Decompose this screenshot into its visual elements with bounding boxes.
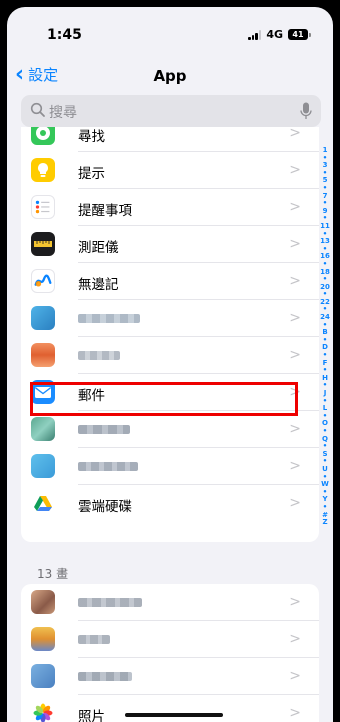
- freeform-icon: [31, 269, 55, 293]
- blurred-app-label: [78, 635, 110, 644]
- list-item[interactable]: 無邊記 >: [21, 263, 319, 300]
- blurred-app-label: [78, 672, 132, 681]
- search-icon: [30, 102, 45, 117]
- list-item[interactable]: >: [21, 658, 319, 695]
- chevron-right-icon: >: [289, 495, 301, 511]
- section-header: 13 畫: [37, 567, 69, 581]
- list-item[interactable]: >: [21, 300, 319, 337]
- list-item[interactable]: 雲端硬碟 >: [21, 485, 319, 522]
- index-letter[interactable]: Z: [320, 518, 330, 527]
- chevron-right-icon: >: [289, 594, 301, 610]
- list-item[interactable]: 測距儀 >: [21, 226, 319, 263]
- list-item[interactable]: 尋找 >: [21, 127, 319, 152]
- signal-icon: [248, 29, 262, 40]
- blurred-app-label: [78, 425, 130, 434]
- blurred-app-label: [78, 462, 138, 471]
- screen: 1:45 4G 41 ‹ 設定 App 搜尋 尋找 > 提示 > 提醒事項 > …: [7, 7, 333, 722]
- measure-icon: [31, 232, 55, 256]
- photos-icon: [31, 701, 55, 722]
- chevron-right-icon: >: [289, 162, 301, 178]
- chevron-right-icon: >: [289, 127, 301, 141]
- list-item[interactable]: >: [21, 584, 319, 621]
- app-label: 測距儀: [78, 240, 119, 256]
- blurred-app-icon: [31, 417, 55, 441]
- app-list-group: 尋找 > 提示 > 提醒事項 > 測距儀 > 無邊記 > > > 郵件 > > …: [21, 127, 319, 542]
- app-list-group: > > > 照片 >: [21, 584, 319, 722]
- tips-icon: [31, 158, 55, 182]
- list-item[interactable]: 照片 >: [21, 695, 319, 722]
- chevron-right-icon: >: [289, 347, 301, 363]
- chevron-right-icon: >: [289, 668, 301, 684]
- microphone-icon[interactable]: [300, 102, 312, 120]
- section-index[interactable]: 1 • 3 • 5 • 7 • 9 • 11 • 13 • 16 • 18 • 20 • 22 • 24 • B • D • F • H • J…: [320, 146, 330, 527]
- blurred-app-label: [78, 314, 140, 323]
- status-time: 1:45: [47, 27, 82, 43]
- search-input[interactable]: 搜尋: [21, 95, 321, 127]
- list-item[interactable]: >: [21, 621, 319, 658]
- chevron-right-icon: >: [289, 631, 301, 647]
- blurred-app-label: [78, 351, 120, 360]
- google-drive-icon: [31, 491, 55, 515]
- find-my-icon: [31, 127, 55, 145]
- app-label: 無邊記: [78, 277, 119, 293]
- app-label: 雲端硬碟: [78, 499, 132, 515]
- list-item[interactable]: >: [21, 411, 319, 448]
- list-item[interactable]: 提示 >: [21, 152, 319, 189]
- app-label: 照片: [78, 709, 105, 722]
- list-item[interactable]: >: [21, 448, 319, 485]
- chevron-right-icon: >: [289, 236, 301, 252]
- list-item[interactable]: 提醒事項 >: [21, 189, 319, 226]
- blurred-app-icon: [31, 664, 55, 688]
- blurred-app-icon: [31, 454, 55, 478]
- chevron-right-icon: >: [289, 421, 301, 437]
- app-label: 尋找: [78, 129, 105, 145]
- navigation-bar: ‹ 設定 App: [7, 59, 333, 93]
- chevron-right-icon: >: [289, 273, 301, 289]
- list-item[interactable]: >: [21, 337, 319, 374]
- home-indicator[interactable]: [125, 713, 223, 717]
- chevron-right-icon: >: [289, 458, 301, 474]
- blurred-app-icon: [31, 306, 55, 330]
- network-label: 4G: [266, 28, 283, 41]
- highlight-box: [30, 382, 298, 416]
- chevron-right-icon: >: [289, 310, 301, 326]
- battery-icon: 41: [288, 29, 311, 40]
- chevron-right-icon: >: [289, 199, 301, 215]
- blurred-app-icon: [31, 343, 55, 367]
- search-placeholder: 搜尋: [49, 105, 77, 121]
- page-title: App: [153, 67, 187, 85]
- app-label: 提醒事項: [78, 203, 132, 219]
- blurred-app-icon: [31, 590, 55, 614]
- battery-level: 41: [288, 29, 308, 40]
- app-label: 提示: [78, 166, 105, 182]
- chevron-right-icon: >: [289, 705, 301, 721]
- blurred-app-label: [78, 598, 142, 607]
- reminders-icon: [31, 195, 55, 219]
- status-bar: 1:45 4G 41: [7, 7, 333, 59]
- blurred-app-icon: [31, 627, 55, 651]
- status-right: 4G 41: [248, 28, 311, 41]
